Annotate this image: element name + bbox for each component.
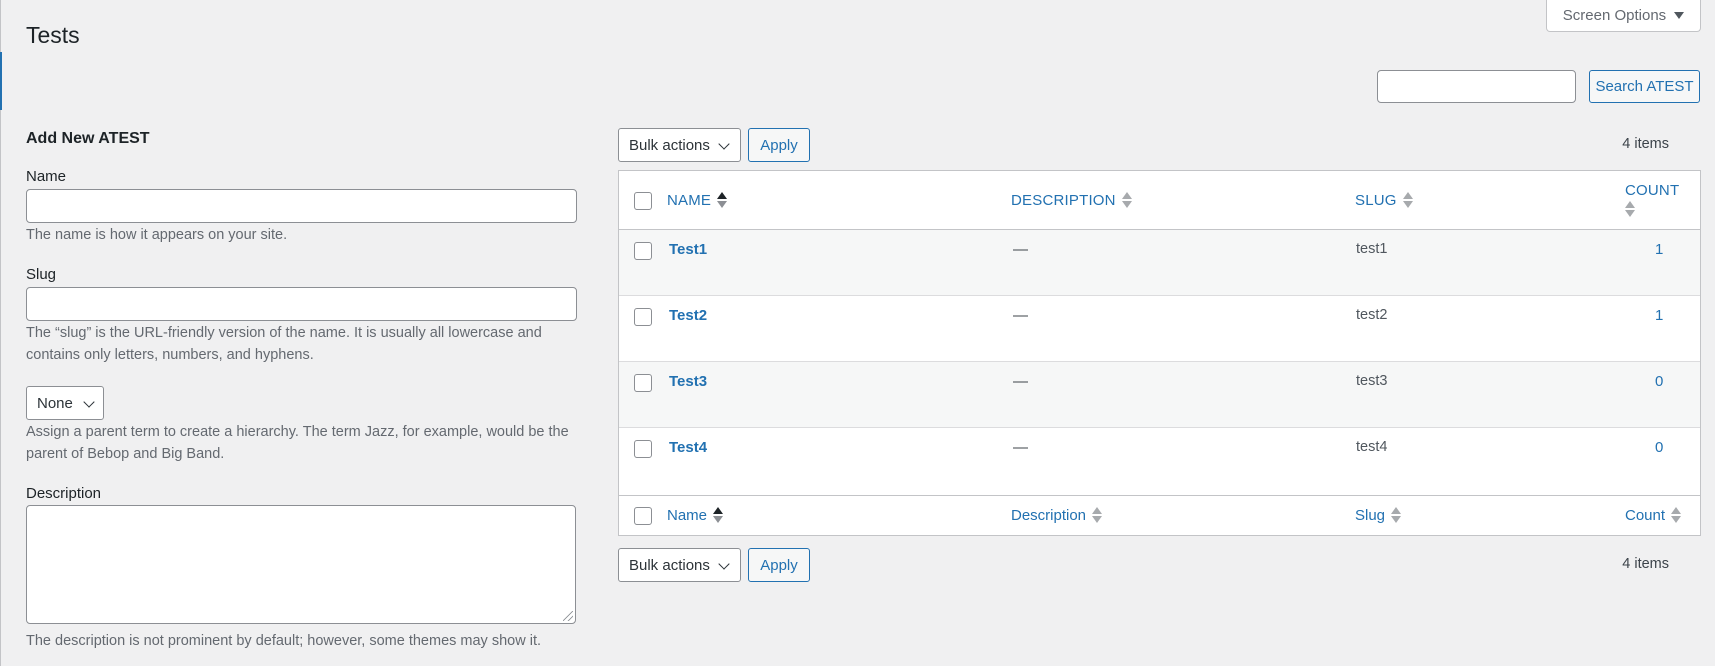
- parent-help-text: Assign a parent term to create a hierarc…: [26, 424, 569, 462]
- sort-icon: [1121, 191, 1132, 209]
- term-description: —: [1013, 373, 1028, 390]
- row-checkbox[interactable]: [634, 440, 652, 458]
- parent-select[interactable]: None: [26, 386, 104, 420]
- row-checkbox[interactable]: [634, 374, 652, 392]
- slug-label: Slug: [26, 266, 57, 283]
- sort-icon: [1671, 506, 1682, 524]
- column-header-description-label: DESCRIPTION: [1011, 191, 1116, 209]
- triangle-down-icon: [1674, 12, 1685, 19]
- term-name-link[interactable]: Test1: [669, 241, 707, 258]
- screen-options-label: Screen Options: [1562, 7, 1667, 24]
- sort-icon: [1092, 506, 1103, 524]
- chevron-down-icon: [718, 138, 730, 150]
- table-row: Test1 — test1 1: [619, 230, 1700, 296]
- column-header-slug[interactable]: SLUG: [1355, 191, 1413, 209]
- admin-menu-active-indicator: [0, 52, 2, 110]
- term-description: —: [1013, 439, 1028, 456]
- term-slug: test1: [1356, 241, 1388, 257]
- search-button[interactable]: Search ATEST: [1589, 70, 1700, 103]
- slug-help-text: The “slug” is the URL-friendly version o…: [26, 325, 542, 363]
- row-checkbox[interactable]: [634, 308, 652, 326]
- sort-icon: [717, 191, 728, 209]
- table-row: Test4 — test4 0: [619, 428, 1700, 494]
- resize-handle-icon[interactable]: [563, 611, 573, 621]
- column-footer-count[interactable]: Count: [1625, 506, 1682, 524]
- term-count-link[interactable]: 0: [1655, 373, 1663, 390]
- term-slug: test2: [1356, 307, 1388, 323]
- apply-button-bottom[interactable]: Apply: [748, 548, 810, 582]
- column-header-name[interactable]: NAME: [667, 191, 728, 209]
- chevron-down-icon: [83, 396, 95, 408]
- sort-icon: [1625, 200, 1635, 218]
- search-input[interactable]: [1377, 70, 1576, 103]
- column-footer-name[interactable]: Name: [667, 506, 724, 524]
- term-slug: test3: [1356, 373, 1388, 389]
- apply-button-top[interactable]: Apply: [748, 128, 810, 162]
- column-header-slug-label: SLUG: [1355, 191, 1397, 209]
- term-count-link[interactable]: 1: [1655, 241, 1663, 258]
- term-count-link[interactable]: 0: [1655, 439, 1663, 456]
- column-footer-description[interactable]: Description: [1011, 506, 1103, 524]
- column-header-count-label: COUNT: [1625, 182, 1680, 199]
- admin-page: Screen Options Tests Search ATEST Add Ne…: [0, 0, 1715, 666]
- name-label: Name: [26, 168, 67, 185]
- bulk-actions-label: Bulk actions: [629, 556, 710, 574]
- column-header-description[interactable]: DESCRIPTION: [1011, 191, 1132, 209]
- column-footer-slug-label: Slug: [1355, 506, 1386, 524]
- sort-icon: [1391, 506, 1402, 524]
- bulk-actions-select-top[interactable]: Bulk actions: [618, 128, 741, 162]
- column-header-name-label: NAME: [667, 191, 712, 209]
- terms-table: NAME DESCRIPTION SLUG COUNT Test1 — test…: [618, 170, 1701, 536]
- bulk-actions-select-bottom[interactable]: Bulk actions: [618, 548, 741, 582]
- table-row: Test2 — test2 1: [619, 296, 1700, 362]
- term-name-link[interactable]: Test3: [669, 373, 707, 390]
- table-footer: Name Description Slug Count: [619, 495, 1700, 536]
- term-description: —: [1013, 307, 1028, 324]
- bulk-actions-label: Bulk actions: [629, 136, 710, 154]
- select-all-checkbox-footer[interactable]: [634, 507, 652, 525]
- term-slug: test4: [1356, 439, 1388, 455]
- items-count-top: 4 items: [1622, 136, 1669, 152]
- sort-icon: [713, 506, 724, 524]
- column-footer-count-label: Count: [1625, 506, 1666, 524]
- page-title: Tests: [26, 22, 80, 48]
- term-name-link[interactable]: Test2: [669, 307, 707, 324]
- items-count-bottom: 4 items: [1622, 556, 1669, 572]
- name-input[interactable]: [26, 189, 577, 223]
- description-textarea[interactable]: [26, 505, 576, 624]
- add-new-title: Add New ATEST: [26, 130, 150, 147]
- select-all-checkbox[interactable]: [634, 192, 652, 210]
- screen-options-button[interactable]: Screen Options: [1546, 0, 1701, 32]
- column-footer-name-label: Name: [667, 506, 708, 524]
- sort-icon: [1402, 191, 1413, 209]
- table-row: Test3 — test3 0: [619, 362, 1700, 428]
- column-footer-description-label: Description: [1011, 506, 1087, 524]
- term-count-link[interactable]: 1: [1655, 307, 1663, 324]
- parent-select-value: None: [37, 394, 73, 412]
- name-help-text: The name is how it appears on your site.: [26, 227, 288, 243]
- description-label: Description: [26, 485, 102, 502]
- column-header-count[interactable]: COUNT: [1625, 182, 1679, 218]
- slug-input[interactable]: [26, 287, 577, 321]
- chevron-down-icon: [718, 558, 730, 570]
- term-name-link[interactable]: Test4: [669, 439, 707, 456]
- term-description: —: [1013, 241, 1028, 258]
- description-help-text: The description is not prominent by defa…: [26, 633, 541, 649]
- row-checkbox[interactable]: [634, 242, 652, 260]
- table-header: NAME DESCRIPTION SLUG COUNT: [619, 171, 1700, 230]
- column-footer-slug[interactable]: Slug: [1355, 506, 1402, 524]
